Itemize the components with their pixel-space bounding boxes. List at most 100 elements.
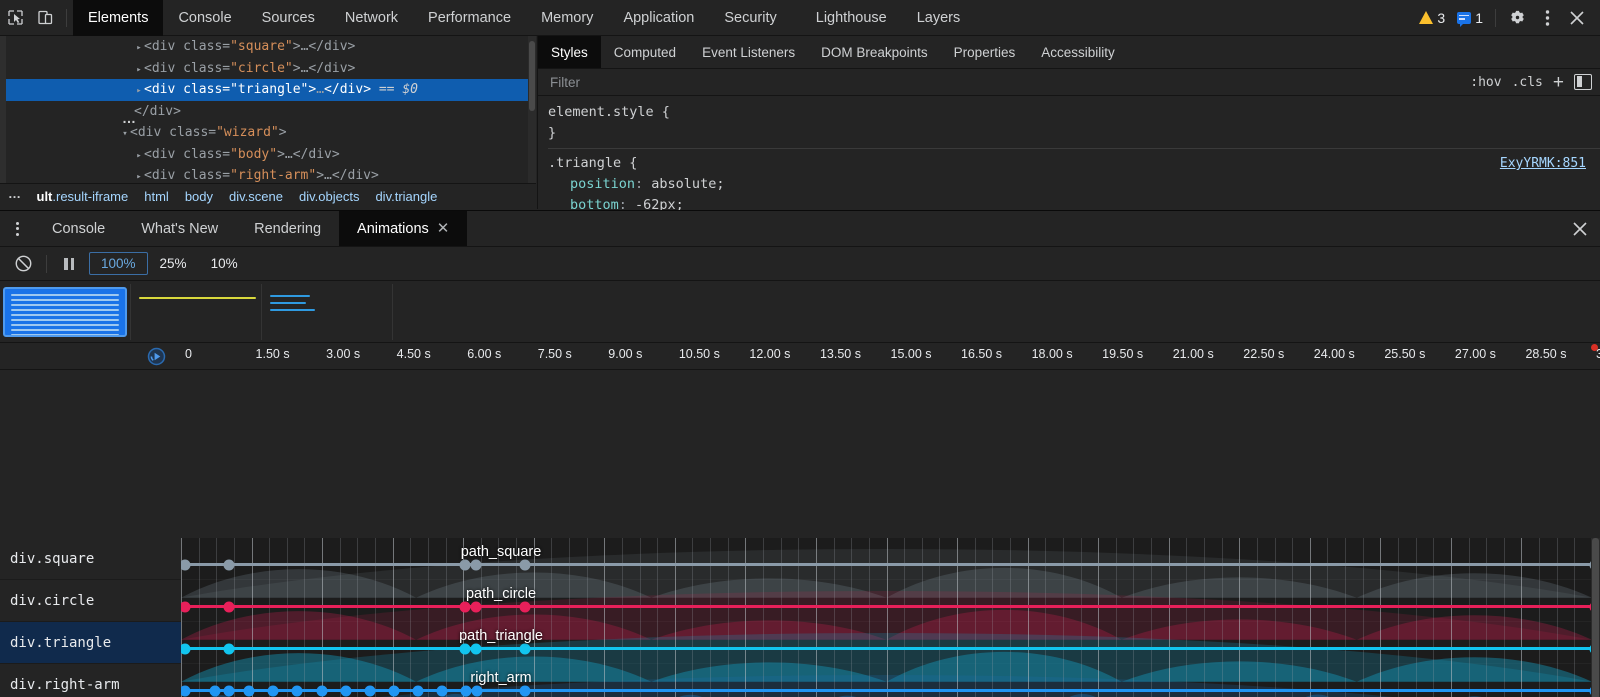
animation-keyframe-dot[interactable] (244, 685, 255, 696)
triangle-rule-selector[interactable]: .triangle { (548, 153, 1600, 174)
new-style-rule-button[interactable]: + (1553, 73, 1564, 92)
timeline-ruler[interactable]: 01.50 s3.00 s4.50 s6.00 s7.50 s9.00 s10.… (0, 343, 1600, 370)
animation-keyframe-dot[interactable] (180, 685, 191, 696)
animation-keyframe-dot[interactable] (180, 601, 191, 612)
animation-keyframe-dot[interactable] (471, 643, 482, 654)
dom-tree-scrollbar[interactable] (528, 36, 536, 183)
animation-keyframe-dot[interactable] (520, 685, 531, 696)
animation-node-row[interactable]: div.right-arm (0, 664, 181, 697)
declaration-position[interactable]: position: absolute; (548, 174, 1600, 195)
tab-sources[interactable]: Sources (247, 0, 330, 36)
animation-keyframe-dot[interactable] (268, 685, 279, 696)
kebab-menu-icon[interactable] (1532, 4, 1562, 32)
tab-memory[interactable]: Memory (526, 0, 608, 36)
tab-lighthouse[interactable]: Lighthouse (792, 0, 902, 36)
tab-elements[interactable]: Elements (73, 0, 163, 36)
close-devtools-icon[interactable] (1562, 4, 1592, 32)
declaration-value[interactable]: absolute; (651, 176, 724, 192)
gear-icon[interactable] (1502, 4, 1532, 32)
timeline-scrollbar-thumb[interactable] (1592, 538, 1599, 697)
speed-100-button[interactable]: 100% (89, 252, 148, 275)
breadcrumb-overflow[interactable]: … (0, 186, 29, 207)
animation-duration-bar[interactable] (185, 647, 1592, 650)
breadcrumb-item-scene[interactable]: div.scene (221, 189, 291, 204)
device-toolbar-icon[interactable] (30, 4, 60, 32)
animation-keyframe-dot[interactable] (460, 643, 471, 654)
animation-keyframe-dot[interactable] (389, 685, 400, 696)
tab-application[interactable]: Application (608, 0, 709, 36)
expand-arrow-icon[interactable]: ▸ (134, 38, 144, 60)
computed-sidebar-toggle-icon[interactable] (1574, 74, 1592, 90)
drawer-tab-animations[interactable]: Animations ✕ (339, 211, 467, 246)
dom-node-wizard[interactable]: ▾<div class="wizard"> (0, 122, 536, 144)
animation-keyframe-dot[interactable] (210, 685, 221, 696)
inspect-element-icon[interactable] (0, 4, 30, 32)
breadcrumb-item-objects[interactable]: div.objects (291, 189, 367, 204)
breadcrumb-item-iframe[interactable]: ult.result-iframe (29, 189, 137, 204)
animation-keyframe-dot[interactable] (461, 685, 472, 696)
breadcrumb-item-html[interactable]: html (136, 189, 177, 204)
tab-network[interactable]: Network (330, 0, 413, 36)
triangle-style-rule[interactable]: ExyYRMK:851 .triangle { position: absolu… (548, 149, 1600, 216)
speed-25-button[interactable]: 25% (148, 252, 199, 275)
breadcrumb-item-triangle[interactable]: div.triangle (367, 189, 445, 204)
dom-node-triangle-selected[interactable]: ▸<div class="triangle">…</div> == $0 (0, 79, 536, 101)
expand-arrow-icon[interactable]: ▸ (134, 146, 144, 168)
dom-node-square[interactable]: ▸<div class="square">…</div> (0, 36, 536, 58)
animation-keyframe-dot[interactable] (472, 685, 483, 696)
animation-keyframe-dot[interactable] (180, 559, 191, 570)
warnings-indicator[interactable]: 3 (1413, 10, 1451, 26)
dom-node-right-arm[interactable]: ▸<div class="right-arm">…</div> (0, 165, 536, 183)
tab-accessibility[interactable]: Accessibility (1028, 36, 1128, 68)
animation-duration-bar[interactable] (185, 605, 1592, 608)
dom-node-body[interactable]: ▸<div class="body">…</div> (0, 144, 536, 166)
animation-keyframe-dot[interactable] (520, 559, 531, 570)
pause-animations-icon[interactable] (55, 250, 83, 278)
dom-node-circle[interactable]: ▸<div class="circle">…</div> (0, 58, 536, 80)
animation-keyframe-dot[interactable] (224, 685, 235, 696)
drawer-tab-console[interactable]: Console (34, 211, 123, 246)
animation-keyframe-dot[interactable] (460, 559, 471, 570)
close-tab-icon[interactable]: ✕ (437, 221, 450, 236)
animation-keyframe-dot[interactable] (520, 643, 531, 654)
animation-keyframe-dot[interactable] (520, 601, 531, 612)
expand-arrow-icon[interactable]: ▸ (134, 60, 144, 82)
timeline-scrubber-head[interactable] (1591, 344, 1598, 351)
tab-console[interactable]: Console (163, 0, 246, 36)
styles-filter-input[interactable] (550, 75, 1470, 90)
collapse-arrow-icon[interactable]: ▾ (120, 124, 130, 146)
close-drawer-icon[interactable] (1560, 211, 1600, 246)
animation-duration-bar[interactable] (185, 563, 1592, 566)
replay-icon[interactable] (147, 347, 166, 366)
dom-node-badge-ellipsis[interactable]: … (122, 110, 138, 126)
dom-tree-scrollbar-thumb[interactable] (529, 41, 535, 111)
animation-keyframe-dot[interactable] (224, 601, 235, 612)
tab-layers[interactable]: Layers (902, 0, 976, 36)
speed-10-button[interactable]: 10% (199, 252, 250, 275)
drawer-tab-rendering[interactable]: Rendering (236, 211, 339, 246)
tab-performance[interactable]: Performance (413, 0, 526, 36)
drawer-more-tools-icon[interactable] (0, 211, 34, 246)
stylesheet-origin-link[interactable]: ExyYRMK:851 (1500, 153, 1586, 174)
animation-keyframe-dot[interactable] (460, 601, 471, 612)
expand-arrow-icon[interactable]: ▸ (134, 167, 144, 183)
animation-keyframe-dot[interactable] (224, 643, 235, 654)
expand-arrow-icon[interactable]: ▸ (134, 81, 144, 103)
animation-keyframe-dot[interactable] (224, 559, 235, 570)
tab-event-listeners[interactable]: Event Listeners (689, 36, 808, 68)
animation-node-row[interactable]: div.circle (0, 580, 181, 622)
issues-indicator[interactable]: 1 (1451, 10, 1489, 26)
animation-keyframe-dot[interactable] (292, 685, 303, 696)
animation-keyframe-dot[interactable] (341, 685, 352, 696)
tab-dom-breakpoints[interactable]: DOM Breakpoints (808, 36, 941, 68)
animation-node-row[interactable]: div.triangle (0, 622, 181, 664)
breadcrumb-item-body[interactable]: body (177, 189, 221, 204)
toggle-element-classes-button[interactable]: .cls (1512, 75, 1543, 90)
animation-group-preview-1[interactable] (0, 284, 131, 340)
dom-node-close-objects[interactable]: </div> (0, 101, 536, 123)
clear-all-icon[interactable] (8, 249, 38, 279)
animation-keyframe-dot[interactable] (437, 685, 448, 696)
animation-group-preview-2[interactable] (131, 284, 262, 340)
timeline-tracks-area[interactable]: path_squarepath_circlepath_triangleright… (181, 538, 1592, 697)
animation-keyframe-dot[interactable] (180, 643, 191, 654)
